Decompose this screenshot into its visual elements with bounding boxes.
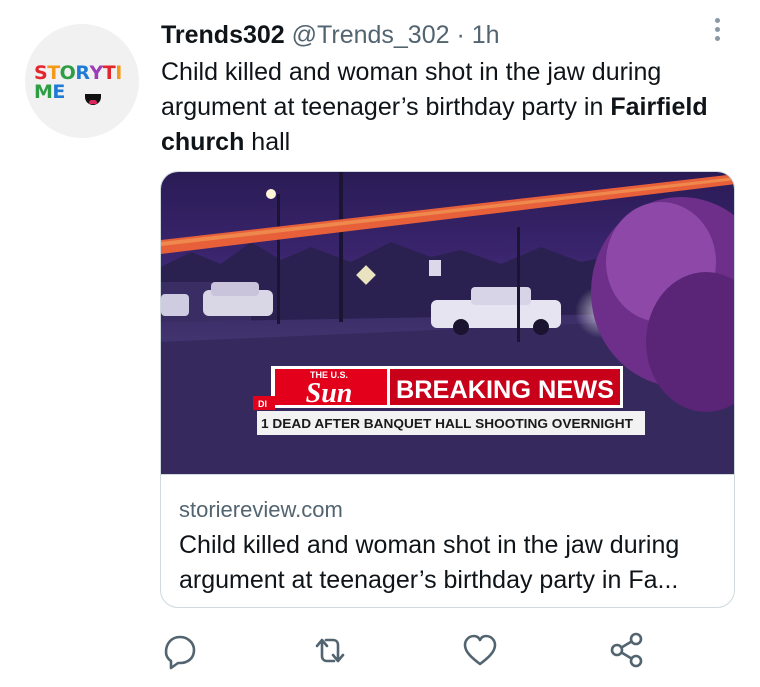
news-scene-image: THE U.S. Sun BREAKING NEWS DI 1 DEAD AFT…: [161, 172, 734, 474]
link-card[interactable]: THE U.S. Sun BREAKING NEWS DI 1 DEAD AFT…: [160, 171, 735, 608]
reply-icon: [164, 635, 196, 670]
logo-mouth-icon: [85, 94, 101, 105]
avatar[interactable]: STORYTIME: [25, 24, 139, 138]
like-button[interactable]: [458, 628, 502, 672]
tweet-text-part2: hall: [244, 128, 291, 156]
card-domain: storiereview.com: [179, 497, 343, 522]
share-button[interactable]: [605, 628, 649, 672]
tweet-text: Child killed and woman shot in the jaw d…: [161, 55, 741, 160]
like-icon: [463, 634, 497, 666]
tweet-text-part1: Child killed and woman shot in the jaw d…: [161, 58, 662, 121]
more-options-icon[interactable]: [712, 18, 722, 48]
sun-brand-logo: Sun: [306, 378, 353, 409]
retweet-button[interactable]: [308, 628, 352, 672]
reply-button[interactable]: [158, 628, 202, 672]
author-handle[interactable]: @Trends_302: [292, 21, 450, 49]
banner-tag: DI: [258, 399, 267, 409]
author-display-name[interactable]: Trends302: [161, 21, 285, 49]
share-icon: [610, 632, 643, 668]
tweet-time[interactable]: 1h: [472, 21, 500, 49]
tweet-header: Trends302 @Trends_302 · 1h: [161, 19, 500, 51]
card-image[interactable]: THE U.S. Sun BREAKING NEWS DI 1 DEAD AFT…: [161, 172, 734, 474]
news-ticker: 1 DEAD AFTER BANQUET HALL SHOOTING OVERN…: [261, 416, 633, 431]
tweet-action-bar: [0, 628, 760, 676]
retweet-icon: [315, 638, 345, 663]
card-footer[interactable]: storiereview.com Child killed and woman …: [161, 474, 734, 607]
card-title: Child killed and woman shot in the jaw d…: [179, 531, 680, 594]
breaking-news-headline: BREAKING NEWS: [396, 376, 614, 404]
meta-separator: ·: [449, 21, 472, 49]
